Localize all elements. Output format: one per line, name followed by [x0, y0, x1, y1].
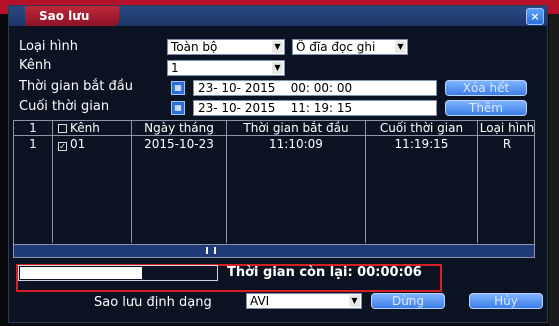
device-select-value: Ổ đĩa đọc ghi	[296, 40, 376, 54]
row-end: 11:19:15	[394, 137, 449, 151]
calendar-icon[interactable]: ▦	[171, 101, 185, 115]
end-datetime-field[interactable]: 23- 10- 2015 11: 19: 15	[193, 100, 437, 116]
start-time-label: Thời gian bắt đầu	[19, 79, 133, 94]
format-select-value: AVI	[250, 294, 270, 308]
header-type: Loại hình	[479, 121, 535, 135]
file-table[interactable]: 1 Kênh Ngày tháng Thời gian bắt đầu Cuối…	[13, 120, 535, 258]
chevron-down-icon: ▼	[349, 295, 360, 307]
channel-label: Kênh	[19, 58, 52, 73]
row-date: 2015-10-23	[144, 137, 214, 151]
header-end: Cuối thời gian	[379, 121, 464, 135]
end-time-label: Cuối thời gian	[19, 99, 110, 114]
background-edge	[549, 14, 559, 326]
header-channel-label: Kênh	[70, 121, 100, 135]
channel-select[interactable]: 1 ▼	[167, 60, 285, 76]
device-select[interactable]: Ổ đĩa đọc ghi ▼	[292, 39, 408, 55]
format-select[interactable]: AVI ▼	[246, 293, 362, 309]
header-date: Ngày tháng	[144, 121, 214, 135]
chevron-down-icon: ▼	[272, 41, 283, 53]
start-date-value: 23- 10- 2015	[198, 81, 276, 95]
backup-dialog: Sao lưu × Loại hình Toàn bộ ▼ Ổ đĩa đọc …	[8, 5, 548, 323]
type-select-value: Toàn bộ	[171, 40, 218, 54]
row-index: 1	[29, 137, 37, 151]
select-all-checkbox[interactable]	[58, 124, 67, 133]
header-start: Thời gian bắt đầu	[243, 121, 349, 135]
type-select[interactable]: Toàn bộ ▼	[167, 39, 285, 55]
start-time-value: 00: 00: 00	[290, 81, 353, 95]
end-time-value: 11: 19: 15	[290, 101, 353, 115]
progress-fill	[20, 267, 142, 279]
horizontal-scrollbar[interactable]	[14, 244, 534, 257]
calendar-icon[interactable]: ▦	[171, 81, 185, 95]
title-bar: Sao lưu ×	[9, 6, 547, 26]
dialog-title: Sao lưu	[25, 6, 120, 26]
type-label: Loại hình	[19, 39, 79, 54]
stop-button[interactable]: Dừng	[371, 293, 445, 309]
header-index: 1	[29, 121, 37, 135]
chevron-down-icon: ▼	[395, 41, 406, 53]
cancel-button[interactable]: Hủy	[469, 293, 543, 309]
row-channel: 01	[70, 137, 86, 151]
backup-format-label: Sao lưu định dạng	[94, 295, 212, 310]
scrollbar-thumb[interactable]	[206, 247, 216, 254]
channel-select-value: 1	[171, 61, 179, 75]
row-checkbox[interactable]: ✓	[58, 142, 67, 151]
row-type: R	[502, 137, 512, 151]
close-icon[interactable]: ×	[526, 8, 544, 25]
remaining-time-label: Thời gian còn lại: 00:00:06	[227, 265, 422, 280]
backup-progress-bar	[18, 265, 218, 281]
delete-all-button[interactable]: Xóa hết	[445, 80, 527, 96]
add-button[interactable]: Thêm	[445, 100, 527, 116]
row-start: 11:10:09	[269, 137, 323, 151]
header-channel[interactable]: Kênh	[53, 121, 131, 135]
table-row[interactable]: ✓ 01	[53, 137, 131, 151]
start-datetime-field[interactable]: 23- 10- 2015 00: 00: 00	[193, 80, 437, 96]
end-date-value: 23- 10- 2015	[198, 101, 276, 115]
chevron-down-icon: ▼	[272, 62, 283, 74]
